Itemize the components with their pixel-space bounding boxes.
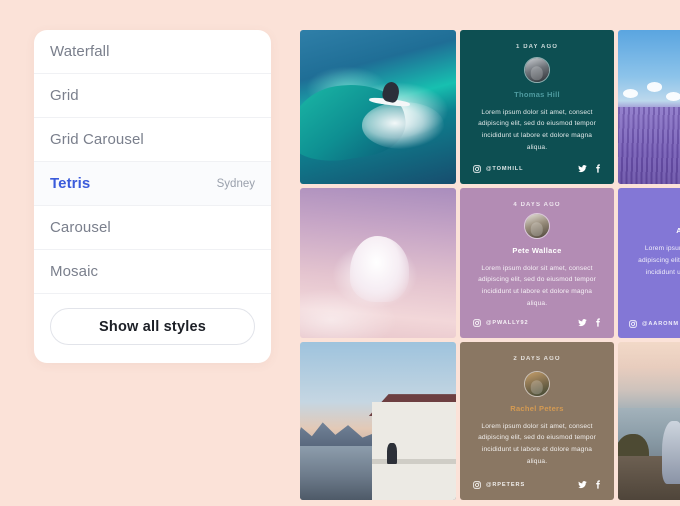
quote-card-aaronm[interactable]: A Lorem ipsum dolor sit amet, consect ad… xyxy=(618,188,680,338)
instagram-icon xyxy=(473,164,481,173)
card-handle[interactable]: @AARONM xyxy=(629,320,679,328)
quote-card-body: 2 DAYS AGO Rachel Peters Lorem ipsum dol… xyxy=(460,342,614,500)
pink-cloud-sky-photo xyxy=(300,188,456,338)
card-body-text: Lorem ipsum dolor sit amet, consect adip… xyxy=(638,245,680,276)
handle-text: @TOMHILL xyxy=(486,165,524,172)
lavender-field-photo xyxy=(618,30,680,184)
sidebar-item-mosaic[interactable]: Mosaic xyxy=(34,250,271,294)
card-content: Pete Wallace Lorem ipsum dolor sit amet,… xyxy=(470,204,604,318)
fjord-house-photo xyxy=(300,342,456,500)
avatar-image xyxy=(525,57,549,82)
sidebar-item-grid-carousel[interactable]: Grid Carousel xyxy=(34,118,271,162)
grid-row: 4 DAYS AGO Pete Wallace Lorem ipsum dolo… xyxy=(300,188,680,338)
card-content: Rachel Peters Lorem ipsum dolor sit amet… xyxy=(470,358,604,480)
quote-card-body: 4 DAYS AGO Pete Wallace Lorem ipsum dolo… xyxy=(460,188,614,338)
card-body-text: Lorem ipsum dolor sit amet, consect adip… xyxy=(478,108,596,151)
card-author-name: Rachel Peters xyxy=(510,403,564,413)
grid-row: 1 DAY AGO Thomas Hill Lorem ipsum dolor … xyxy=(300,30,680,184)
balcony-railing xyxy=(371,458,456,464)
avatar-image xyxy=(525,371,549,396)
handle-text: @RPETERS xyxy=(486,481,526,488)
avatar xyxy=(524,370,550,397)
avatar xyxy=(524,56,550,83)
card-handle[interactable]: @RPETERS xyxy=(473,480,526,489)
twitter-icon[interactable] xyxy=(578,164,587,173)
card-timestamp: 1 DAY AGO xyxy=(515,44,559,50)
handle-text: @AARONM xyxy=(642,321,679,327)
card-timestamp: 4 DAYS AGO xyxy=(513,202,561,208)
sidebar-item-meta: Sydney xyxy=(216,177,255,190)
card-social-links xyxy=(578,164,601,173)
card-body-text: Lorem ipsum dolor sit amet, consect adip… xyxy=(478,264,596,307)
house-facade xyxy=(371,402,456,500)
card-handle[interactable]: @PWALLY92 xyxy=(473,318,529,327)
twitter-icon[interactable] xyxy=(578,480,587,489)
instagram-icon xyxy=(629,320,637,328)
instagram-icon xyxy=(473,318,481,327)
facebook-icon[interactable] xyxy=(595,480,601,489)
coastal-overlook-photo xyxy=(618,342,680,500)
photo-tile-pink-cloud[interactable] xyxy=(300,188,456,338)
card-content: A Lorem ipsum dolor sit amet, consect ad… xyxy=(626,196,680,320)
card-author-name: A xyxy=(676,226,680,236)
facebook-icon[interactable] xyxy=(595,318,601,327)
show-all-styles-button[interactable]: Show all styles xyxy=(50,308,255,345)
sidebar-item-label: Mosaic xyxy=(50,263,99,280)
card-social-links xyxy=(578,480,601,489)
quote-card-pete-wallace[interactable]: 4 DAYS AGO Pete Wallace Lorem ipsum dolo… xyxy=(460,188,614,338)
lavender-rows xyxy=(618,107,680,184)
card-social-links xyxy=(578,318,601,327)
quote-card-rachel-peters[interactable]: 2 DAYS AGO Rachel Peters Lorem ipsum dol… xyxy=(460,342,614,500)
card-footer: @AARONM xyxy=(626,320,680,329)
facebook-icon[interactable] xyxy=(595,164,601,173)
sidebar-item-label: Tetris xyxy=(50,175,91,192)
sidebar-item-waterfall[interactable]: Waterfall xyxy=(34,30,271,74)
handle-text: @PWALLY92 xyxy=(486,319,529,326)
instagram-icon xyxy=(473,480,481,489)
card-footer: @PWALLY92 xyxy=(470,318,604,328)
quote-card-thomas-hill[interactable]: 1 DAY AGO Thomas Hill Lorem ipsum dolor … xyxy=(460,30,614,184)
sidebar-item-label: Grid Carousel xyxy=(50,131,144,148)
avatar xyxy=(524,212,550,239)
card-timestamp: 2 DAYS AGO xyxy=(513,356,561,362)
photo-tile-lavender[interactable] xyxy=(618,30,680,184)
sidebar-item-label: Waterfall xyxy=(50,43,110,60)
sidebar-item-tetris[interactable]: Tetris Sydney xyxy=(34,162,271,206)
seated-figure xyxy=(661,421,680,485)
card-handle[interactable]: @TOMHILL xyxy=(473,164,524,173)
card-author-name: Pete Wallace xyxy=(512,245,562,255)
person-on-balcony xyxy=(387,443,397,464)
card-footer: @TOMHILL xyxy=(470,164,604,174)
cloud-shape xyxy=(349,236,410,302)
twitter-icon[interactable] xyxy=(578,318,587,327)
card-body-text: Lorem ipsum dolor sit amet, consect adip… xyxy=(478,422,596,465)
panel-footer: Show all styles xyxy=(34,294,271,363)
photo-tile-surfer[interactable] xyxy=(300,30,456,184)
sidebar-item-label: Carousel xyxy=(50,219,111,236)
card-content: Thomas Hill Lorem ipsum dolor sit amet, … xyxy=(470,46,604,164)
avatar-image xyxy=(525,213,549,238)
app-root: Waterfall Grid Grid Carousel Tetris Sydn… xyxy=(0,0,680,506)
quote-card-body: 1 DAY AGO Thomas Hill Lorem ipsum dolor … xyxy=(460,30,614,184)
tetris-grid: 1 DAY AGO Thomas Hill Lorem ipsum dolor … xyxy=(300,30,680,504)
sidebar-item-carousel[interactable]: Carousel xyxy=(34,206,271,250)
grid-row: 2 DAYS AGO Rachel Peters Lorem ipsum dol… xyxy=(300,342,680,500)
card-author-name: Thomas Hill xyxy=(514,89,560,99)
style-selector-panel: Waterfall Grid Grid Carousel Tetris Sydn… xyxy=(34,30,271,363)
surfer-riding-wave-photo xyxy=(300,30,456,184)
photo-tile-fjord-house[interactable] xyxy=(300,342,456,500)
foam-shape xyxy=(362,102,444,149)
card-footer: @RPETERS xyxy=(470,480,604,490)
sidebar-item-label: Grid xyxy=(50,87,79,104)
photo-tile-coastal-overlook[interactable] xyxy=(618,342,680,500)
sidebar-item-grid[interactable]: Grid xyxy=(34,74,271,118)
quote-card-body: A Lorem ipsum dolor sit amet, consect ad… xyxy=(618,188,680,338)
